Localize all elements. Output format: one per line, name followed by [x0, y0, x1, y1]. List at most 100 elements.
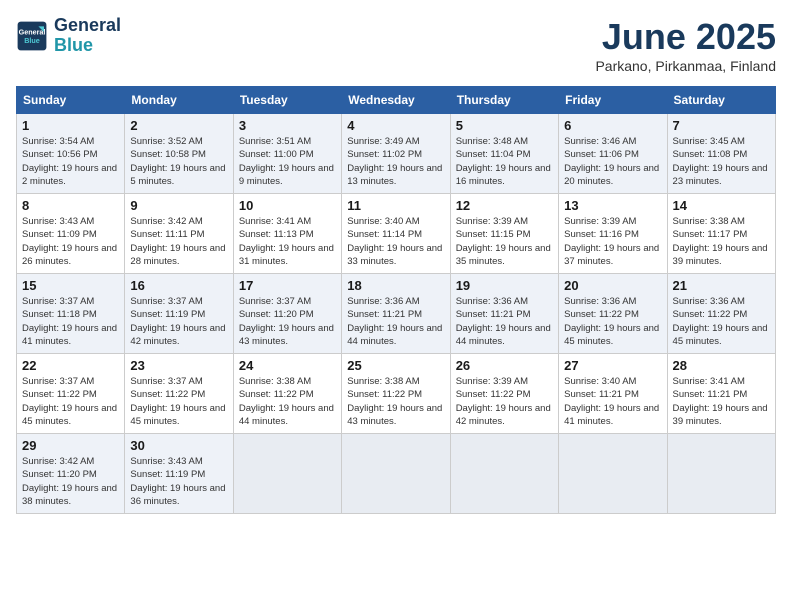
day-info: Sunrise: 3:38 AMSunset: 11:17 PMDaylight…: [673, 215, 770, 268]
day-number: 5: [456, 118, 553, 133]
calendar-day-cell: 2 Sunrise: 3:52 AMSunset: 10:58 PMDayligh…: [125, 114, 233, 194]
calendar-day-cell: 6 Sunrise: 3:46 AMSunset: 11:06 PMDayligh…: [559, 114, 667, 194]
weekday-header-row: SundayMondayTuesdayWednesdayThursdayFrid…: [17, 87, 776, 114]
calendar-day-cell: 16Sunrise: 3:37 AMSunset: 11:19 PMDaylig…: [125, 274, 233, 354]
location-title: Parkano, Pirkanmaa, Finland: [595, 58, 776, 74]
calendar-day-cell: 9 Sunrise: 3:42 AMSunset: 11:11 PMDayligh…: [125, 194, 233, 274]
day-number: 11: [347, 198, 444, 213]
day-number: 12: [456, 198, 553, 213]
day-number: 14: [673, 198, 770, 213]
day-info: Sunrise: 3:42 AMSunset: 11:11 PMDaylight…: [130, 215, 227, 268]
day-info: Sunrise: 3:37 AMSunset: 11:22 PMDaylight…: [130, 375, 227, 428]
day-info: Sunrise: 3:40 AMSunset: 11:21 PMDaylight…: [564, 375, 661, 428]
calendar-day-cell: 26 Sunrise: 3:39 AMSunset: 11:22 PMDaylig…: [450, 354, 558, 434]
calendar-day-cell: 7 Sunrise: 3:45 AMSunset: 11:08 PMDayligh…: [667, 114, 775, 194]
calendar-day-cell: 5 Sunrise: 3:48 AMSunset: 11:04 PMDayligh…: [450, 114, 558, 194]
day-info: Sunrise: 3:38 AMSunset: 11:22 PMDaylight…: [347, 375, 444, 428]
calendar-week-row: 8Sunrise: 3:43 AMSunset: 11:09 PMDayligh…: [17, 194, 776, 274]
weekday-header-monday: Monday: [125, 87, 233, 114]
calendar-day-cell: 17 Sunrise: 3:37 AMSunset: 11:20 PMDaylig…: [233, 274, 341, 354]
day-info: Sunrise: 3:52 AMSunset: 10:58 PMDaylight…: [130, 135, 227, 188]
day-number: 18: [347, 278, 444, 293]
day-info: Sunrise: 3:36 AMSunset: 11:22 PMDaylight…: [673, 295, 770, 348]
day-info: Sunrise: 3:49 AMSunset: 11:02 PMDaylight…: [347, 135, 444, 188]
day-info: Sunrise: 3:41 AMSunset: 11:13 PMDaylight…: [239, 215, 336, 268]
title-area: June 2025 Parkano, Pirkanmaa, Finland: [595, 16, 776, 74]
day-info: Sunrise: 3:37 AMSunset: 11:20 PMDaylight…: [239, 295, 336, 348]
calendar-day-cell: [559, 434, 667, 514]
calendar-week-row: 22 Sunrise: 3:37 AMSunset: 11:22 PMDaylig…: [17, 354, 776, 434]
calendar-day-cell: [342, 434, 450, 514]
calendar-day-cell: [233, 434, 341, 514]
svg-text:Blue: Blue: [24, 36, 40, 45]
calendar-day-cell: 20 Sunrise: 3:36 AMSunset: 11:22 PMDaylig…: [559, 274, 667, 354]
month-title: June 2025: [595, 16, 776, 58]
day-number: 17: [239, 278, 336, 293]
calendar-day-cell: 19 Sunrise: 3:36 AMSunset: 11:21 PMDaylig…: [450, 274, 558, 354]
day-number: 16: [130, 278, 227, 293]
logo-text: General Blue: [54, 16, 121, 56]
calendar-day-cell: 8Sunrise: 3:43 AMSunset: 11:09 PMDayligh…: [17, 194, 125, 274]
calendar-day-cell: 3 Sunrise: 3:51 AMSunset: 11:00 PMDayligh…: [233, 114, 341, 194]
logo: General Blue General Blue: [16, 16, 121, 56]
day-info: Sunrise: 3:46 AMSunset: 11:06 PMDaylight…: [564, 135, 661, 188]
day-number: 23: [130, 358, 227, 373]
day-number: 1: [22, 118, 119, 133]
calendar-day-cell: 11 Sunrise: 3:40 AMSunset: 11:14 PMDaylig…: [342, 194, 450, 274]
day-number: 13: [564, 198, 661, 213]
day-info: Sunrise: 3:36 AMSunset: 11:22 PMDaylight…: [564, 295, 661, 348]
calendar-week-row: 1Sunrise: 3:54 AMSunset: 10:56 PMDayligh…: [17, 114, 776, 194]
calendar-day-cell: 27 Sunrise: 3:40 AMSunset: 11:21 PMDaylig…: [559, 354, 667, 434]
calendar-day-cell: 29 Sunrise: 3:42 AMSunset: 11:20 PMDaylig…: [17, 434, 125, 514]
day-number: 28: [673, 358, 770, 373]
day-info: Sunrise: 3:36 AMSunset: 11:21 PMDaylight…: [456, 295, 553, 348]
day-info: Sunrise: 3:43 AMSunset: 11:19 PMDaylight…: [130, 455, 227, 508]
calendar-day-cell: 18 Sunrise: 3:36 AMSunset: 11:21 PMDaylig…: [342, 274, 450, 354]
day-number: 29: [22, 438, 119, 453]
day-number: 15: [22, 278, 119, 293]
calendar-day-cell: 1Sunrise: 3:54 AMSunset: 10:56 PMDayligh…: [17, 114, 125, 194]
calendar-day-cell: 10Sunrise: 3:41 AMSunset: 11:13 PMDaylig…: [233, 194, 341, 274]
day-info: Sunrise: 3:48 AMSunset: 11:04 PMDaylight…: [456, 135, 553, 188]
day-info: Sunrise: 3:39 AMSunset: 11:22 PMDaylight…: [456, 375, 553, 428]
day-info: Sunrise: 3:39 AMSunset: 11:16 PMDaylight…: [564, 215, 661, 268]
day-number: 27: [564, 358, 661, 373]
day-info: Sunrise: 3:51 AMSunset: 11:00 PMDaylight…: [239, 135, 336, 188]
day-info: Sunrise: 3:40 AMSunset: 11:14 PMDaylight…: [347, 215, 444, 268]
weekday-header-sunday: Sunday: [17, 87, 125, 114]
day-info: Sunrise: 3:39 AMSunset: 11:15 PMDaylight…: [456, 215, 553, 268]
calendar-day-cell: [450, 434, 558, 514]
day-number: 19: [456, 278, 553, 293]
day-number: 21: [673, 278, 770, 293]
day-number: 6: [564, 118, 661, 133]
weekday-header-wednesday: Wednesday: [342, 87, 450, 114]
day-number: 22: [22, 358, 119, 373]
calendar-day-cell: 4 Sunrise: 3:49 AMSunset: 11:02 PMDayligh…: [342, 114, 450, 194]
day-info: Sunrise: 3:42 AMSunset: 11:20 PMDaylight…: [22, 455, 119, 508]
weekday-header-thursday: Thursday: [450, 87, 558, 114]
day-number: 3: [239, 118, 336, 133]
calendar-day-cell: 23 Sunrise: 3:37 AMSunset: 11:22 PMDaylig…: [125, 354, 233, 434]
day-number: 26: [456, 358, 553, 373]
calendar-day-cell: 24Sunrise: 3:38 AMSunset: 11:22 PMDaylig…: [233, 354, 341, 434]
day-info: Sunrise: 3:43 AMSunset: 11:09 PMDaylight…: [22, 215, 119, 268]
calendar-table: SundayMondayTuesdayWednesdayThursdayFrid…: [16, 86, 776, 514]
day-number: 9: [130, 198, 227, 213]
calendar-day-cell: 21 Sunrise: 3:36 AMSunset: 11:22 PMDaylig…: [667, 274, 775, 354]
day-number: 2: [130, 118, 227, 133]
calendar-day-cell: 22Sunrise: 3:37 AMSunset: 11:22 PMDaylig…: [17, 354, 125, 434]
calendar-day-cell: 25 Sunrise: 3:38 AMSunset: 11:22 PMDaylig…: [342, 354, 450, 434]
day-info: Sunrise: 3:36 AMSunset: 11:21 PMDaylight…: [347, 295, 444, 348]
day-info: Sunrise: 3:45 AMSunset: 11:08 PMDaylight…: [673, 135, 770, 188]
day-number: 20: [564, 278, 661, 293]
day-number: 7: [673, 118, 770, 133]
weekday-header-tuesday: Tuesday: [233, 87, 341, 114]
day-number: 4: [347, 118, 444, 133]
day-info: Sunrise: 3:38 AMSunset: 11:22 PMDaylight…: [239, 375, 336, 428]
calendar-day-cell: 15Sunrise: 3:37 AMSunset: 11:18 PMDaylig…: [17, 274, 125, 354]
calendar-day-cell: 28 Sunrise: 3:41 AMSunset: 11:21 PMDaylig…: [667, 354, 775, 434]
day-number: 25: [347, 358, 444, 373]
calendar-day-cell: 13 Sunrise: 3:39 AMSunset: 11:16 PMDaylig…: [559, 194, 667, 274]
calendar-day-cell: [667, 434, 775, 514]
day-info: Sunrise: 3:41 AMSunset: 11:21 PMDaylight…: [673, 375, 770, 428]
